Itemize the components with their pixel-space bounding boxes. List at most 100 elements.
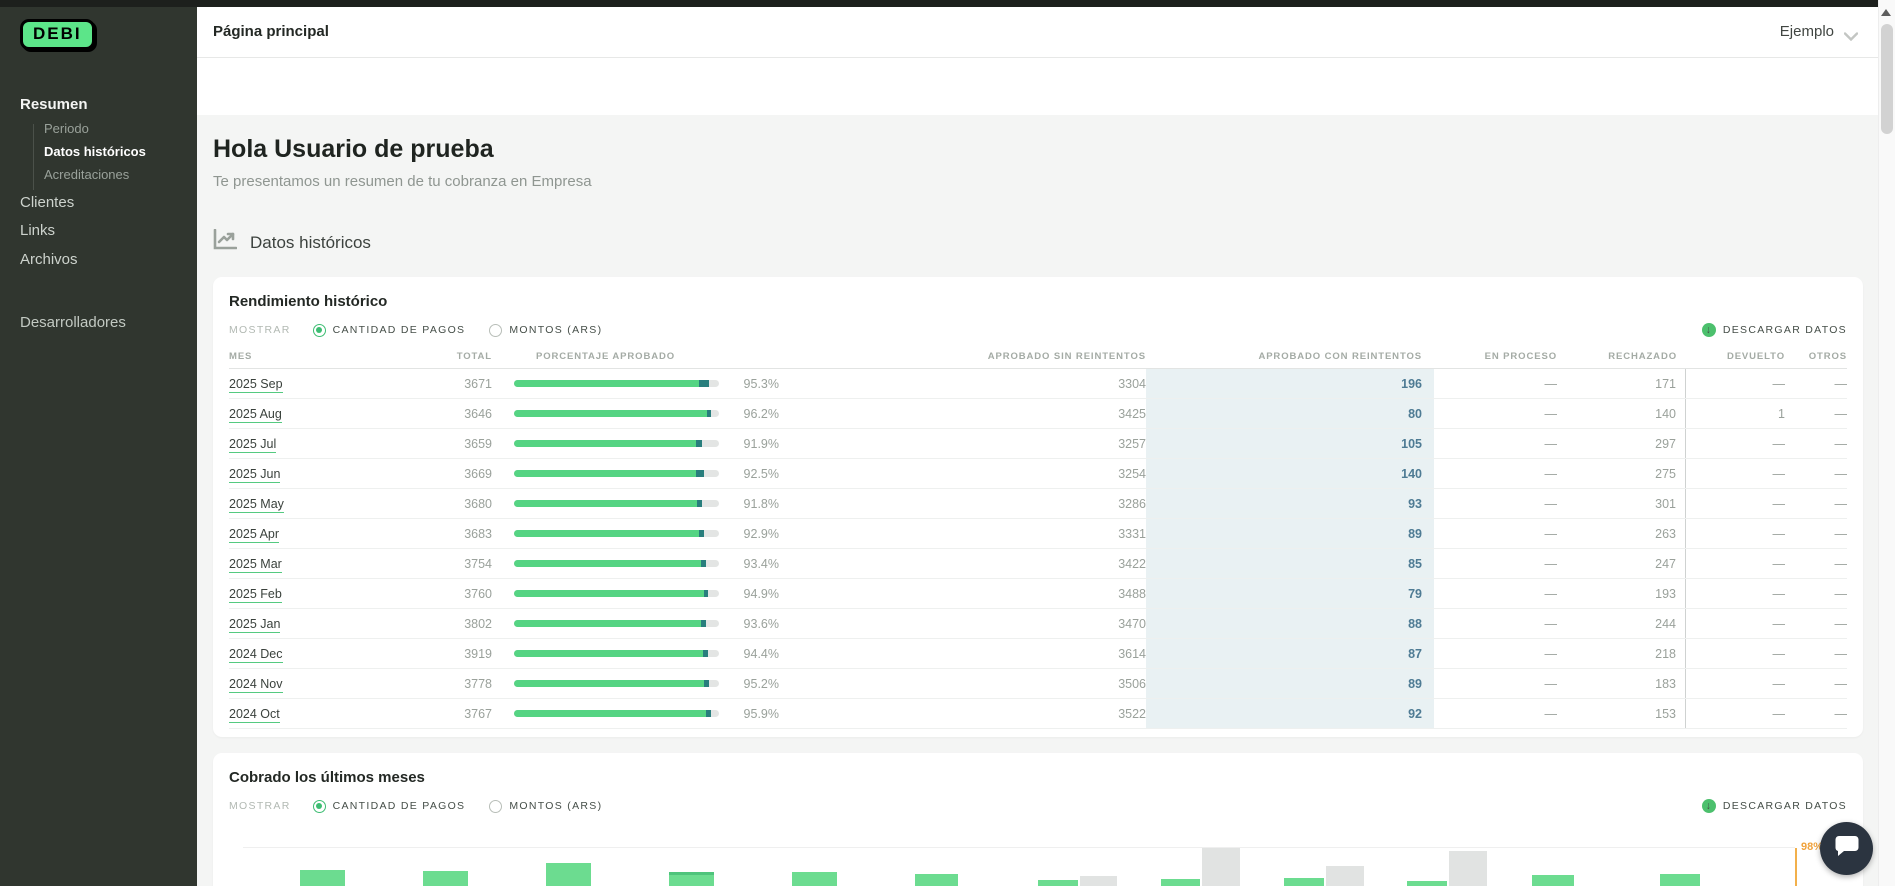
rechazado-cell: 183 <box>1557 669 1686 698</box>
rendimiento-historico-card: Rendimiento histórico MOSTRAR CANTIDAD D… <box>213 277 1863 737</box>
table-row: 2025 Jun366992.5%3254140—275—— <box>229 459 1847 489</box>
radio-selected-icon[interactable] <box>313 324 326 337</box>
card-title: Rendimiento histórico <box>229 293 387 310</box>
descargar-datos-button[interactable]: ↓ DESCARGAR DATOS <box>1702 323 1847 337</box>
chart-gridline <box>243 847 1795 848</box>
radio-selected-icon[interactable] <box>313 800 326 813</box>
month-link[interactable]: 2024 Nov <box>229 677 283 693</box>
col-devuelto: DEVUELTO <box>1686 351 1785 362</box>
month-link[interactable]: 2024 Dec <box>229 647 283 663</box>
month-link[interactable]: 2025 Sep <box>229 377 283 393</box>
reference-line <box>1795 848 1797 886</box>
chevron-down-icon[interactable] <box>1844 28 1858 46</box>
approval-bar <box>492 440 719 447</box>
table-header-row: MES TOTAL PORCENTAJE APROBADO APROBADO S… <box>229 345 1847 369</box>
month-link[interactable]: 2024 Oct <box>229 707 280 723</box>
scrollbar-thumb[interactable] <box>1881 24 1893 134</box>
pct-cell: 92.9% <box>719 527 779 541</box>
sin-reintentos-cell: 3470 <box>779 617 1146 631</box>
approval-bar <box>492 620 719 627</box>
rechazado-cell: 140 <box>1557 399 1686 428</box>
approval-bar <box>492 650 719 657</box>
sin-reintentos-cell: 3304 <box>779 377 1146 391</box>
otros-cell: — <box>1785 527 1847 541</box>
sidebar-item-archivos[interactable]: Archivos <box>20 251 78 268</box>
chat-button[interactable] <box>1820 822 1873 875</box>
chart-bar-green <box>300 870 345 886</box>
month-cell: 2025 Aug <box>229 407 420 421</box>
topbar: Página principal Ejemplo <box>197 7 1878 58</box>
sidebar: DEBI Resumen Periodo Datos históricos Ac… <box>0 7 197 886</box>
col-rechazado: RECHAZADO <box>1557 351 1686 362</box>
sidebar-item-acreditaciones[interactable]: Acreditaciones <box>44 167 129 182</box>
download-circle-icon: ↓ <box>1702 323 1716 337</box>
month-link[interactable]: 2025 Jun <box>229 467 280 483</box>
month-link[interactable]: 2025 Apr <box>229 527 279 543</box>
mostrar-label: MOSTRAR <box>229 324 291 336</box>
chart-bar-green <box>423 871 468 886</box>
otros-cell: — <box>1785 647 1847 661</box>
chart-bar-green <box>1161 879 1200 886</box>
col-otros: OTROS <box>1785 351 1847 362</box>
sidebar-item-periodo[interactable]: Periodo <box>44 121 89 136</box>
sidebar-item-datos-historicos[interactable]: Datos históricos <box>44 144 146 159</box>
line-chart-icon <box>213 229 237 256</box>
month-link[interactable]: 2025 Feb <box>229 587 282 603</box>
table-row: 2025 Jul365991.9%3257105—297—— <box>229 429 1847 459</box>
devuelto-cell: — <box>1686 647 1785 661</box>
con-reintentos-cell: 80 <box>1146 399 1434 428</box>
radio-cantidad-de-pagos[interactable]: CANTIDAD DE PAGOS <box>313 324 466 337</box>
sidebar-item-clientes[interactable]: Clientes <box>20 194 74 211</box>
table-row: 2025 Feb376094.9%348879—193—— <box>229 579 1847 609</box>
col-aprobado-sin-reintentos: APROBADO SIN REINTENTOS <box>779 351 1146 362</box>
con-reintentos-cell: 196 <box>1146 369 1434 398</box>
sidebar-item-resumen[interactable]: Resumen <box>20 96 88 113</box>
radio-montos-ars[interactable]: MONTOS (ARS) <box>489 800 602 813</box>
scrollbar-up-arrow-icon[interactable] <box>1881 9 1891 16</box>
sin-reintentos-cell: 3286 <box>779 497 1146 511</box>
en-proceso-cell: — <box>1434 497 1557 511</box>
sin-reintentos-cell: 3425 <box>779 407 1146 421</box>
chart-bar-gray <box>1202 848 1240 886</box>
chart-bar-green <box>792 872 837 886</box>
radio-unselected-icon[interactable] <box>489 800 502 813</box>
con-reintentos-cell: 79 <box>1146 579 1434 608</box>
otros-cell: — <box>1785 677 1847 691</box>
sidebar-item-links[interactable]: Links <box>20 222 55 239</box>
devuelto-cell: — <box>1686 377 1785 391</box>
radio-cantidad-de-pagos[interactable]: CANTIDAD DE PAGOS <box>313 800 466 813</box>
sidebar-item-desarrolladores[interactable]: Desarrolladores <box>20 314 126 331</box>
month-link[interactable]: 2025 May <box>229 497 284 513</box>
month-cell: 2025 Jun <box>229 467 420 481</box>
rechazado-cell: 193 <box>1557 579 1686 608</box>
con-reintentos-cell: 88 <box>1146 609 1434 638</box>
otros-cell: — <box>1785 437 1847 451</box>
devuelto-cell: — <box>1686 587 1785 601</box>
month-link[interactable]: 2025 Mar <box>229 557 282 573</box>
descargar-datos-button[interactable]: ↓ DESCARGAR DATOS <box>1702 799 1847 813</box>
pct-cell: 94.9% <box>719 587 779 601</box>
month-link[interactable]: 2025 Aug <box>229 407 282 423</box>
radio-montos-ars[interactable]: MONTOS (ARS) <box>489 324 602 337</box>
debi-logo[interactable]: DEBI <box>20 19 95 50</box>
sin-reintentos-cell: 3331 <box>779 527 1146 541</box>
radio-unselected-icon[interactable] <box>489 324 502 337</box>
approval-bar <box>492 530 719 537</box>
approval-bar <box>492 680 719 687</box>
total-cell: 3778 <box>420 677 492 691</box>
otros-cell: — <box>1785 557 1847 571</box>
scrollbar[interactable] <box>1878 0 1895 886</box>
total-cell: 3646 <box>420 407 492 421</box>
chart-bar-gray <box>1326 866 1364 886</box>
approval-bar <box>492 500 719 507</box>
month-link[interactable]: 2025 Jul <box>229 437 276 453</box>
devuelto-cell: — <box>1686 617 1785 631</box>
section-title: Datos históricos <box>250 233 371 253</box>
month-link[interactable]: 2025 Jan <box>229 617 280 633</box>
otros-cell: — <box>1785 497 1847 511</box>
card-controls: MOSTRAR CANTIDAD DE PAGOS MONTOS (ARS) ↓… <box>229 321 1847 339</box>
approval-bar <box>492 560 719 567</box>
chart-bar-green <box>915 874 958 886</box>
total-cell: 3802 <box>420 617 492 631</box>
account-menu[interactable]: Ejemplo <box>1780 23 1834 40</box>
